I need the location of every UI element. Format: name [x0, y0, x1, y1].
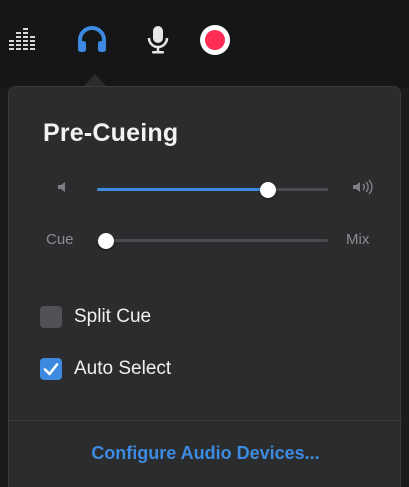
speaker-high-icon: [352, 179, 376, 200]
microphone-icon[interactable]: [140, 22, 176, 58]
checkmark-icon: [43, 363, 59, 376]
split-cue-label: Split Cue: [74, 306, 152, 327]
cue-label: Cue: [46, 231, 74, 248]
volume-slider[interactable]: [97, 188, 328, 191]
cue-mix-slider[interactable]: [97, 239, 328, 242]
headphones-icon[interactable]: [74, 22, 110, 58]
toolbar: [0, 0, 409, 88]
auto-select-label: Auto Select: [74, 358, 172, 379]
split-cue-checkbox[interactable]: [40, 306, 62, 328]
divider: [9, 420, 402, 421]
configure-audio-devices-link[interactable]: Configure Audio Devices...: [9, 443, 402, 464]
equalizer-icon[interactable]: [6, 22, 42, 58]
auto-select-checkbox[interactable]: [40, 358, 62, 380]
cue-mix-slider-thumb[interactable]: [98, 233, 115, 249]
mix-label: Mix: [346, 231, 370, 248]
volume-slider-fill: [97, 188, 268, 191]
volume-slider-thumb[interactable]: [259, 182, 276, 198]
speaker-low-icon: [56, 180, 70, 199]
panel-title: Pre-Cueing: [43, 119, 179, 147]
record-icon[interactable]: [197, 22, 233, 58]
precue-popover: Pre-Cueing Cue Mix Split Cue Auto Select…: [8, 86, 402, 487]
